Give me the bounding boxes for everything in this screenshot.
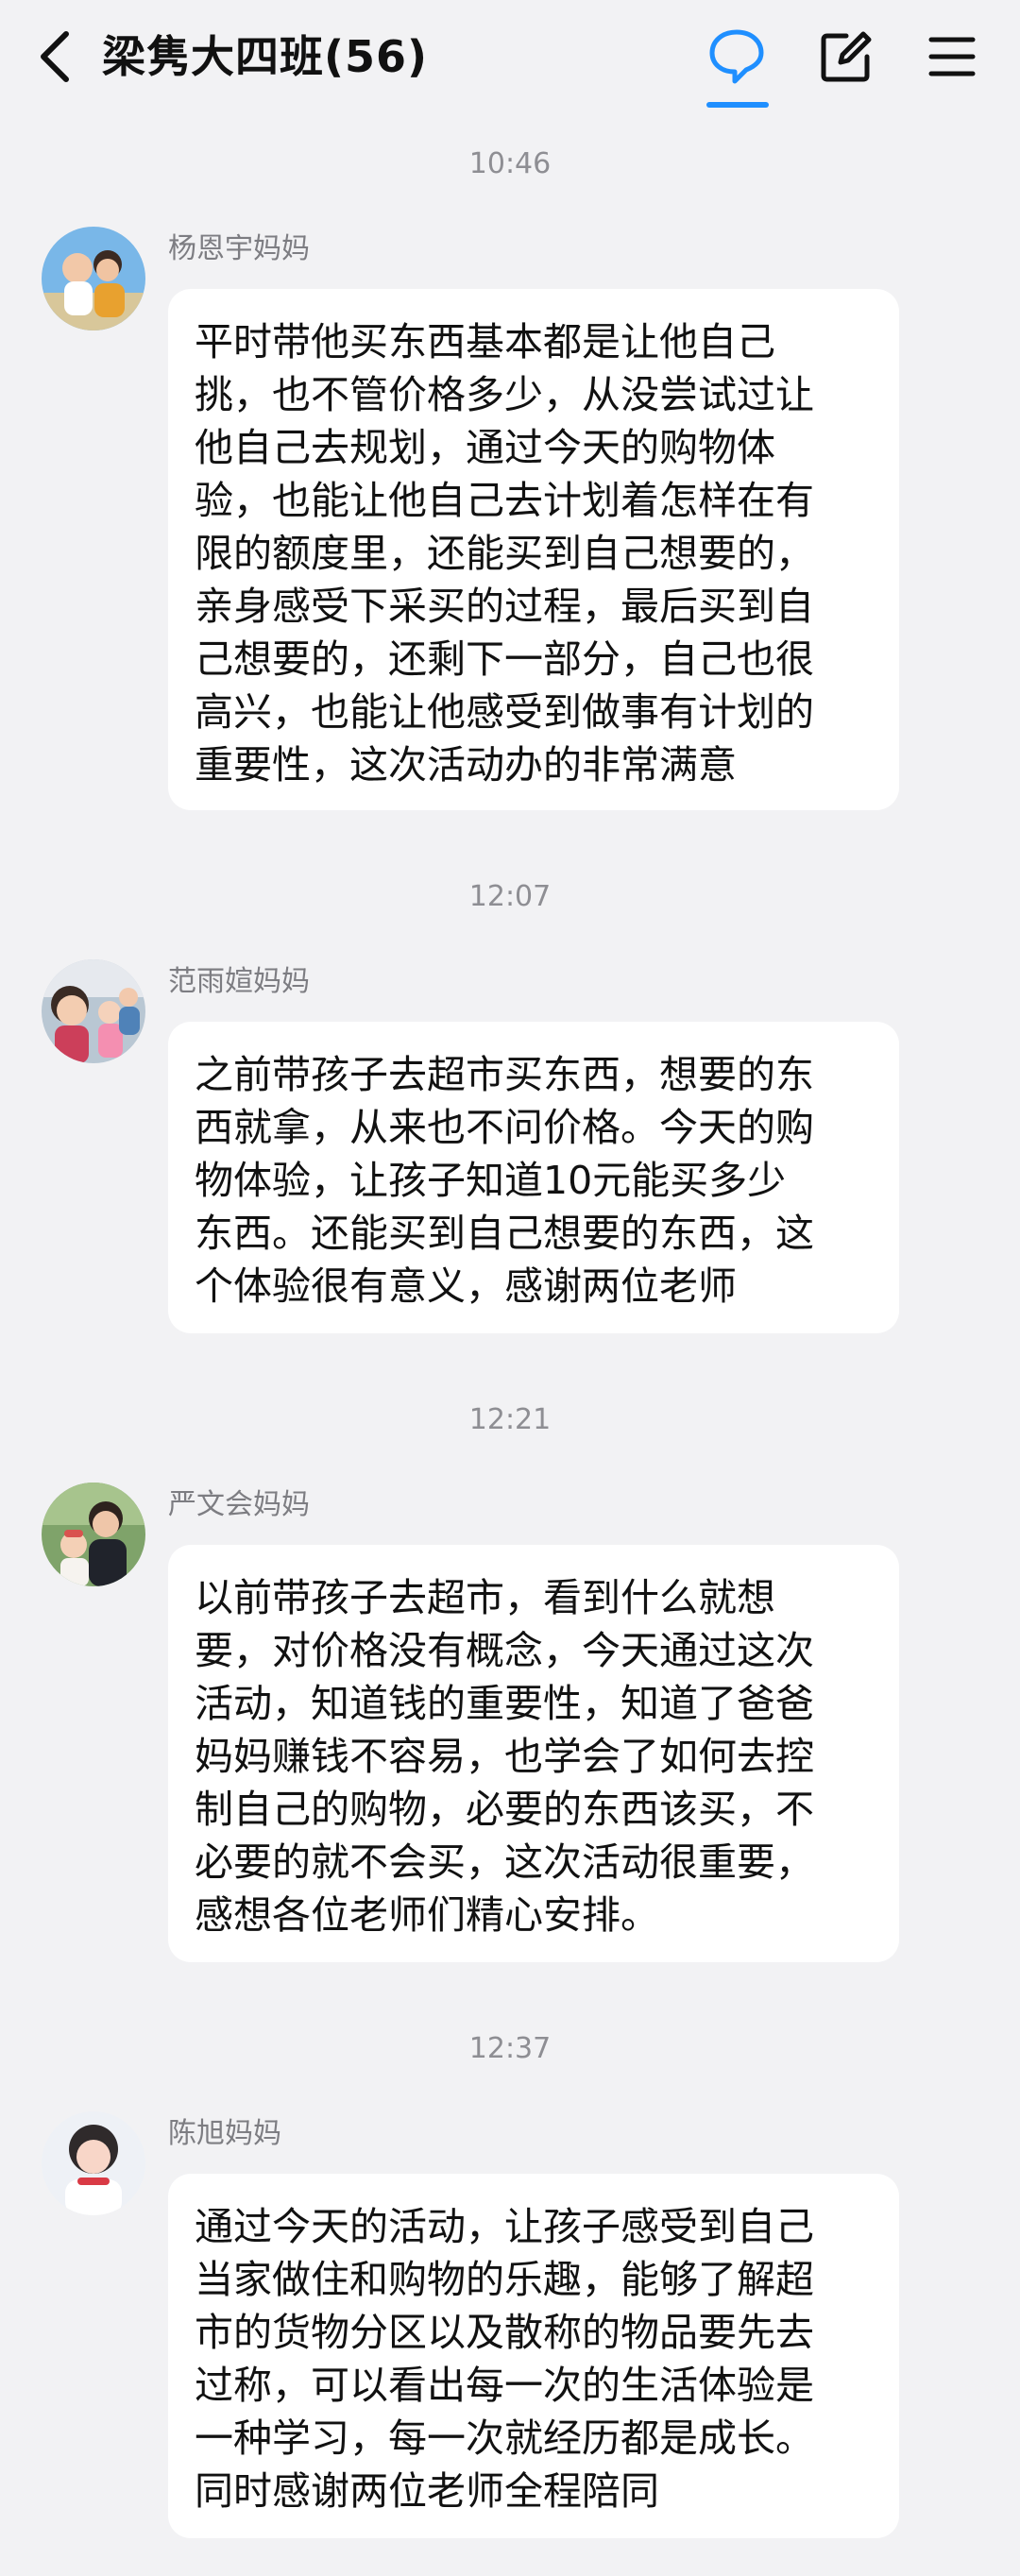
message-line: 制自己的购物，必要的东西该买，不 xyxy=(195,1787,814,1832)
message-line: 必要的就不会买，这次活动很重要， xyxy=(195,1839,814,1885)
sender-name: 严文会妈妈 xyxy=(168,1488,310,1521)
sender-name: 杨恩宇妈妈 xyxy=(168,232,310,265)
message-line: 同时感谢两位老师全程陪同 xyxy=(195,2468,659,2514)
message-line: 过称，可以看出每一次的生活体验是 xyxy=(195,2363,814,2408)
avatar[interactable] xyxy=(42,227,145,330)
sender-name: 范雨媗妈妈 xyxy=(168,965,310,998)
message-line: 物体验，让孩子知道10元能买多少 xyxy=(195,1158,787,1203)
message-bubble[interactable]: 之前带孩子去超市买东西，想要的东 西就拿，从来也不问价格。今天的购 物体验，让孩… xyxy=(168,1022,899,1333)
message-line: 东西。还能买到自己想要的东西，这 xyxy=(195,1211,814,1256)
chat-header: 梁隽大四班(56) xyxy=(0,0,1020,115)
message-line: 亲身感受下采买的过程，最后买到自 xyxy=(195,584,814,629)
message-line: 妈妈赚钱不容易，也学会了如何去控 xyxy=(195,1734,814,1779)
sender-name: 陈旭妈妈 xyxy=(168,2117,281,2150)
message-line: 高兴，也能让他感受到做事有计划的 xyxy=(195,689,814,735)
group-title: 梁隽大四班(56) xyxy=(102,31,429,82)
timestamp: 12:07 xyxy=(468,880,552,913)
message-line: 他自己去规划，通过今天的购物体 xyxy=(195,425,775,470)
message-line: 西就拿，从来也不问价格。今天的购 xyxy=(195,1105,814,1150)
message-line: 限的额度里，还能买到自己想要的， xyxy=(195,531,814,576)
menu-icon[interactable] xyxy=(927,32,977,81)
message-line: 要，对价格没有概念，今天通过这次 xyxy=(195,1628,814,1673)
message-line: 个体验很有意义，感谢两位老师 xyxy=(195,1263,737,1309)
avatar[interactable] xyxy=(42,1483,145,1586)
message-line: 之前带孩子去超市买东西，想要的东 xyxy=(195,1052,814,1097)
message-line: 以前带孩子去超市，看到什么就想 xyxy=(195,1575,775,1620)
message-line: 通过今天的活动，让孩子感受到自己 xyxy=(195,2204,814,2249)
active-tab-indicator xyxy=(706,102,769,108)
message-line: 一种学习，每一次就经历都是成长。 xyxy=(195,2415,814,2461)
message-line: 挑，也不管价格多少，从没尝试过让 xyxy=(195,372,814,417)
edit-icon[interactable] xyxy=(818,28,875,85)
timestamp: 12:37 xyxy=(468,2032,552,2065)
avatar[interactable] xyxy=(42,2111,145,2215)
avatar[interactable] xyxy=(42,959,145,1063)
timestamp: 10:46 xyxy=(468,147,552,180)
message-line: 验，也能让他自己去计划着怎样在有 xyxy=(195,478,814,523)
message-line: 己想要的，还剩下一部分，自己也很 xyxy=(195,636,814,682)
message-line: 当家做住和购物的乐趣，能够了解超 xyxy=(195,2257,814,2302)
message-line: 活动，知道钱的重要性，知道了爸爸 xyxy=(195,1681,814,1726)
message-bubble[interactable]: 以前带孩子去超市，看到什么就想 要，对价格没有概念，今天通过这次 活动，知道钱的… xyxy=(168,1545,899,1962)
chevron-left-icon[interactable] xyxy=(32,28,79,85)
message-line: 感想各位老师们精心安排。 xyxy=(195,1892,659,1938)
message-line: 重要性，这次活动办的非常满意 xyxy=(195,742,737,788)
message-bubble[interactable]: 平时带他买东西基本都是让他自己 挑，也不管价格多少，从没尝试过让 他自己去规划，… xyxy=(168,289,899,810)
message-line: 市的货物分区以及散称的物品要先去 xyxy=(195,2310,814,2355)
chat-bubble-icon[interactable] xyxy=(706,26,767,87)
message-bubble[interactable]: 通过今天的活动，让孩子感受到自己 当家做住和购物的乐趣，能够了解超 市的货物分区… xyxy=(168,2174,899,2538)
message-line: 平时带他买东西基本都是让他自己 xyxy=(195,319,775,364)
timestamp: 12:21 xyxy=(468,1403,552,1436)
